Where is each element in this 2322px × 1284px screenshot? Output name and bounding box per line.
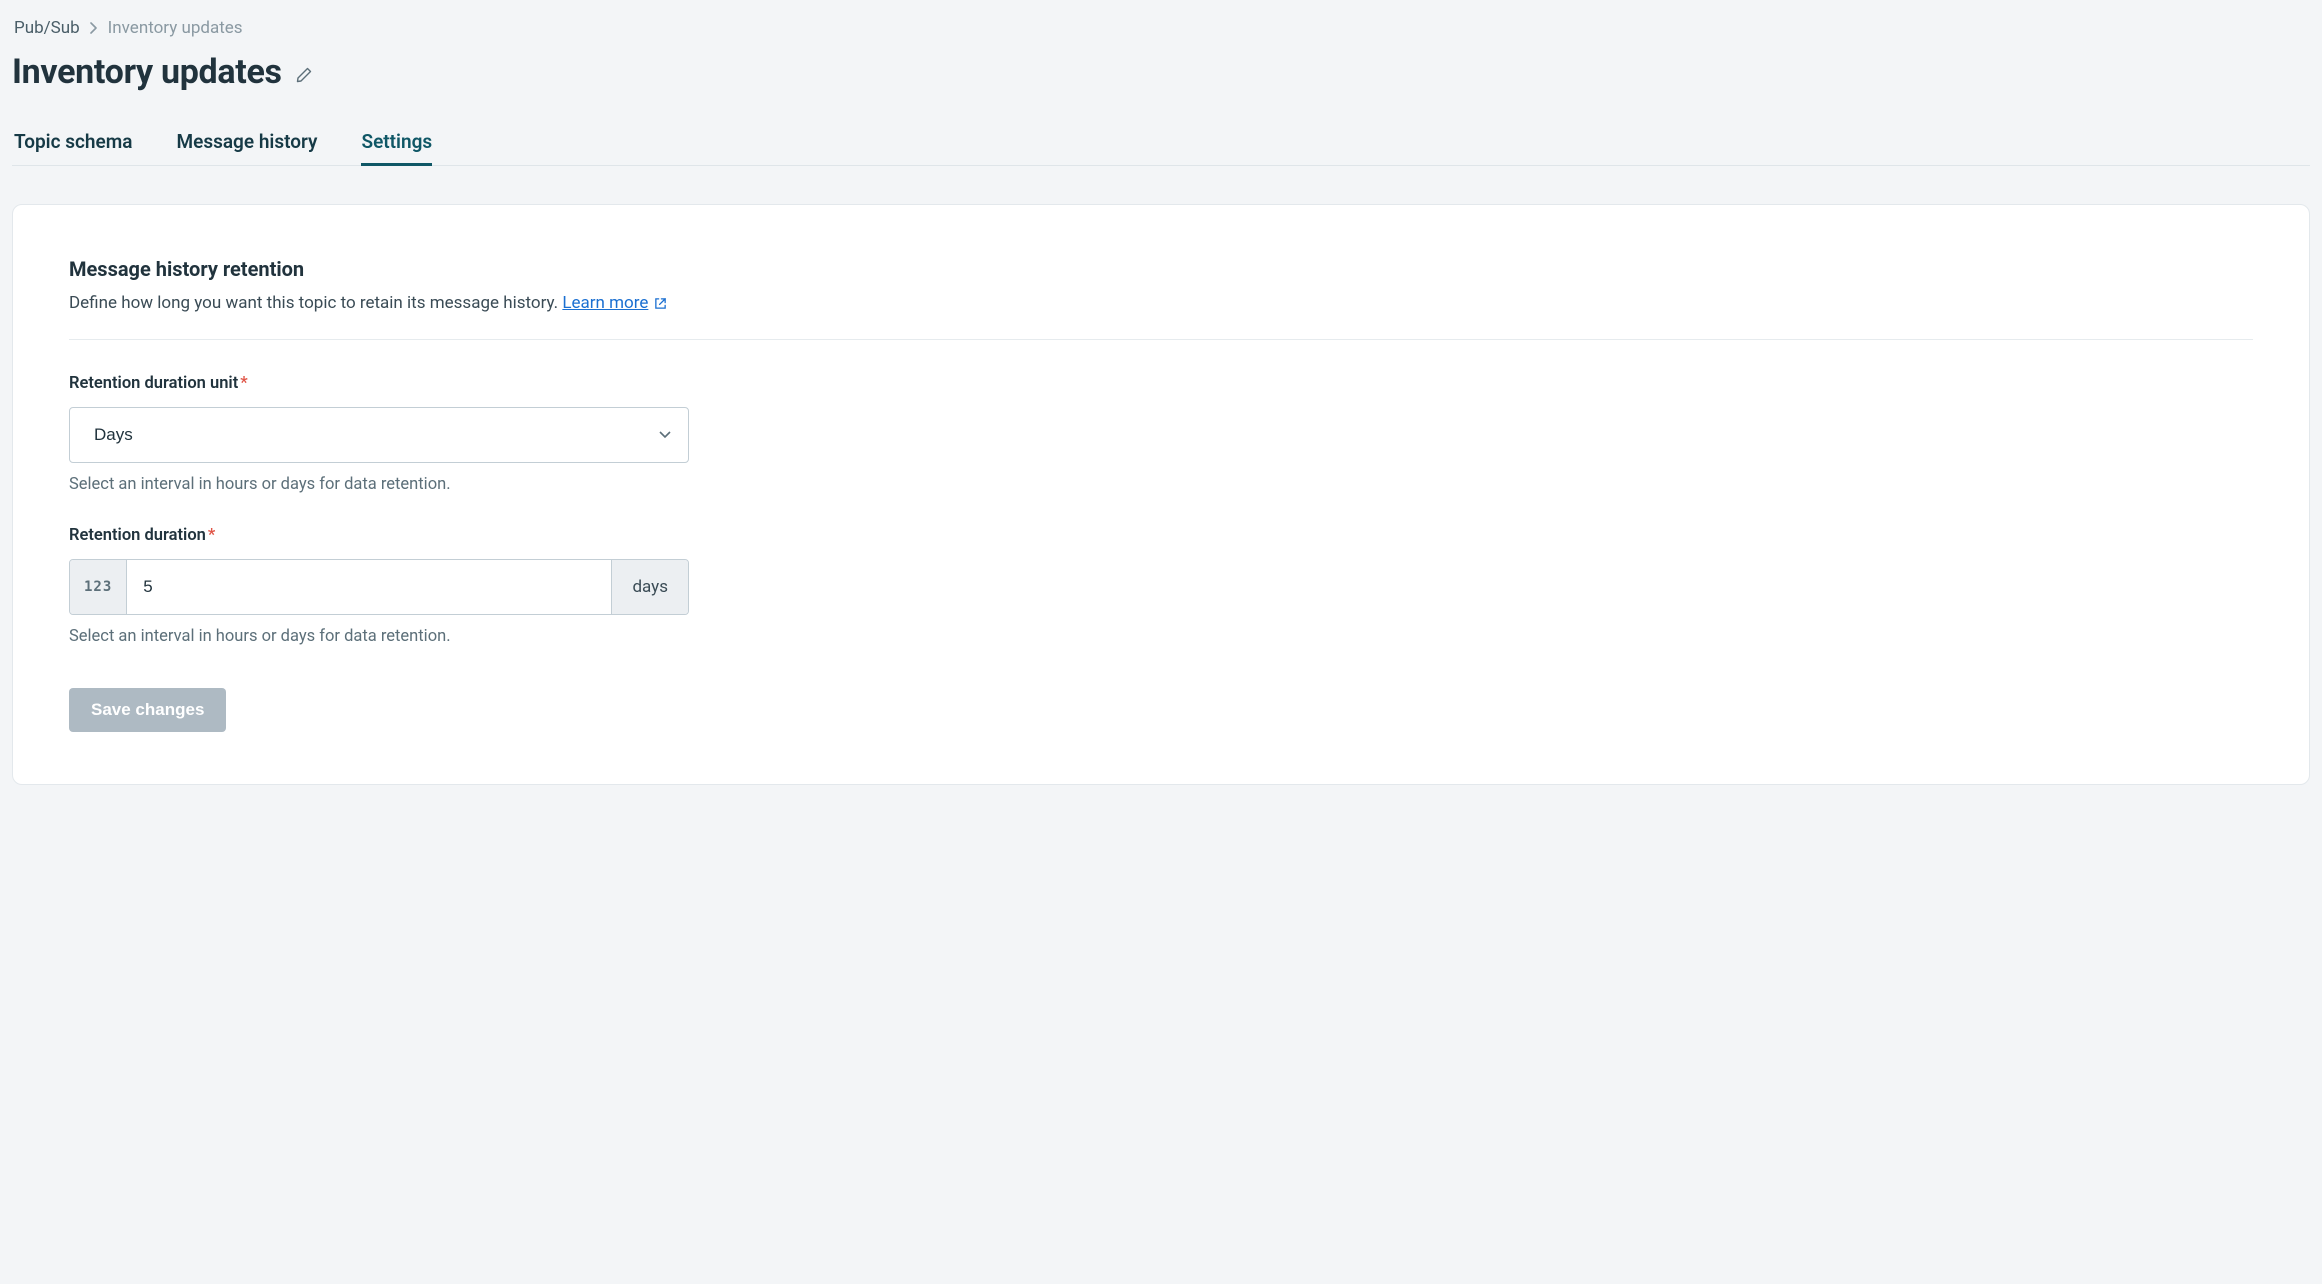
breadcrumb: Pub/Sub Inventory updates — [12, 12, 2310, 52]
retention-duration-input[interactable] — [127, 560, 611, 614]
settings-card: Message history retention Define how lon… — [12, 204, 2310, 785]
number-prefix-icon: 123 — [70, 560, 127, 614]
section-title: Message history retention — [69, 257, 2253, 281]
edit-icon[interactable] — [296, 61, 312, 83]
retention-duration-help: Select an interval in hours or days for … — [69, 627, 2253, 646]
tab-message-history[interactable]: Message history — [176, 120, 317, 165]
retention-duration-label: Retention duration* — [69, 526, 2253, 545]
learn-more-link[interactable]: Learn more — [562, 291, 667, 317]
divider — [69, 339, 2253, 340]
retention-duration-suffix: days — [611, 560, 688, 614]
tabs: Topic schema Message history Settings — [12, 120, 2310, 166]
retention-unit-help: Select an interval in hours or days for … — [69, 475, 2253, 494]
breadcrumb-current: Inventory updates — [108, 18, 243, 38]
save-changes-button[interactable]: Save changes — [69, 688, 226, 732]
breadcrumb-root[interactable]: Pub/Sub — [14, 18, 80, 38]
tab-topic-schema[interactable]: Topic schema — [14, 120, 132, 165]
tab-settings[interactable]: Settings — [361, 120, 432, 165]
retention-unit-select[interactable]: Days — [69, 407, 689, 463]
chevron-right-icon — [90, 22, 98, 34]
retention-unit-label: Retention duration unit* — [69, 374, 2253, 393]
page-title: Inventory updates — [12, 52, 282, 92]
section-description: Define how long you want this topic to r… — [69, 291, 2253, 317]
external-link-icon — [654, 297, 667, 310]
